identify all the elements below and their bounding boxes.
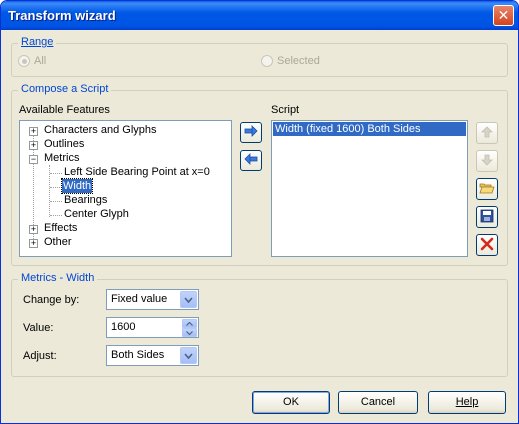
window-title: Transform wizard (8, 8, 116, 23)
remove-from-script-button[interactable] (240, 150, 262, 171)
open-script-button[interactable] (476, 178, 498, 200)
arrow-left-icon (244, 153, 258, 168)
close-icon: ✕ (497, 7, 510, 23)
available-features-label: Available Features (19, 104, 110, 116)
arrow-down-icon (481, 154, 493, 169)
tree-item-center-glyph[interactable]: Center Glyph (64, 207, 129, 221)
tree-item-lsb[interactable]: Left Side Bearing Point at x=0 (64, 165, 210, 179)
save-script-button[interactable] (476, 206, 498, 228)
transform-wizard-window: Transform wizard ✕ Range All Selected Co… (0, 0, 519, 424)
chevron-down-icon[interactable] (180, 291, 197, 308)
compose-group-label: Compose a Script (18, 83, 112, 95)
adjust-dropdown[interactable]: Both Sides (106, 345, 199, 366)
range-group-label: Range (18, 36, 57, 48)
radio-all[interactable]: All (18, 55, 46, 67)
expand-outlines-icon[interactable]: + (29, 141, 38, 150)
expand-characters-icon[interactable]: + (29, 127, 38, 136)
value-label: Value: (23, 322, 54, 334)
radio-all-label: All (34, 55, 47, 67)
close-button[interactable]: ✕ (493, 5, 514, 26)
tree-item-effects[interactable]: Effects (44, 221, 77, 235)
adjust-value: Both Sides (111, 349, 165, 361)
radio-selected[interactable]: Selected (261, 55, 320, 67)
tree-item-width[interactable]: Width (60, 178, 94, 194)
chevron-down-icon[interactable] (180, 347, 197, 364)
folder-open-icon (479, 181, 495, 198)
move-down-button[interactable] (476, 150, 498, 172)
move-up-button[interactable] (476, 122, 498, 144)
features-tree[interactable]: + Characters and Glyphs + Outlines − Met… (19, 120, 232, 257)
tree-item-characters[interactable]: Characters and Glyphs (44, 123, 157, 137)
expand-effects-icon[interactable]: + (29, 225, 38, 234)
metrics-width-group-label: Metrics - Width (18, 272, 98, 284)
spin-up-icon[interactable] (182, 319, 197, 328)
range-group: Range All Selected (11, 36, 508, 77)
delete-script-button[interactable] (476, 234, 498, 256)
arrow-up-icon (481, 125, 493, 141)
script-list[interactable]: Width (fixed 1600) Both Sides (271, 120, 468, 257)
value-spinbox[interactable]: 1600 (106, 317, 199, 338)
change-by-dropdown[interactable]: Fixed value (106, 289, 199, 310)
red-x-icon (480, 237, 494, 254)
collapse-metrics-icon[interactable]: − (29, 155, 38, 164)
add-to-script-button[interactable] (240, 122, 262, 143)
title-bar[interactable]: Transform wizard ✕ (1, 1, 518, 30)
script-item[interactable]: Width (fixed 1600) Both Sides (273, 122, 466, 136)
cancel-button[interactable]: Cancel (338, 391, 418, 414)
tree-item-outlines[interactable]: Outlines (44, 137, 84, 151)
script-label: Script (271, 104, 300, 116)
tree-item-other[interactable]: Other (44, 235, 72, 249)
spin-down-icon[interactable] (182, 328, 197, 337)
radio-selected-label: Selected (277, 55, 320, 67)
arrow-right-icon (244, 125, 258, 140)
change-by-value: Fixed value (111, 293, 168, 305)
floppy-save-icon (480, 209, 494, 226)
tree-item-bearings[interactable]: Bearings (64, 193, 107, 207)
change-by-label: Change by: (23, 294, 80, 306)
value-input[interactable]: 1600 (111, 321, 135, 333)
metrics-width-group: Metrics - Width (11, 272, 508, 377)
adjust-label: Adjust: (23, 350, 57, 362)
radio-all-indicator[interactable] (18, 55, 30, 67)
expand-other-icon[interactable]: + (29, 239, 38, 248)
tree-item-metrics[interactable]: Metrics (44, 151, 79, 165)
help-button[interactable]: Help (428, 391, 506, 414)
radio-selected-indicator[interactable] (261, 55, 273, 67)
ok-button[interactable]: OK (252, 391, 330, 414)
